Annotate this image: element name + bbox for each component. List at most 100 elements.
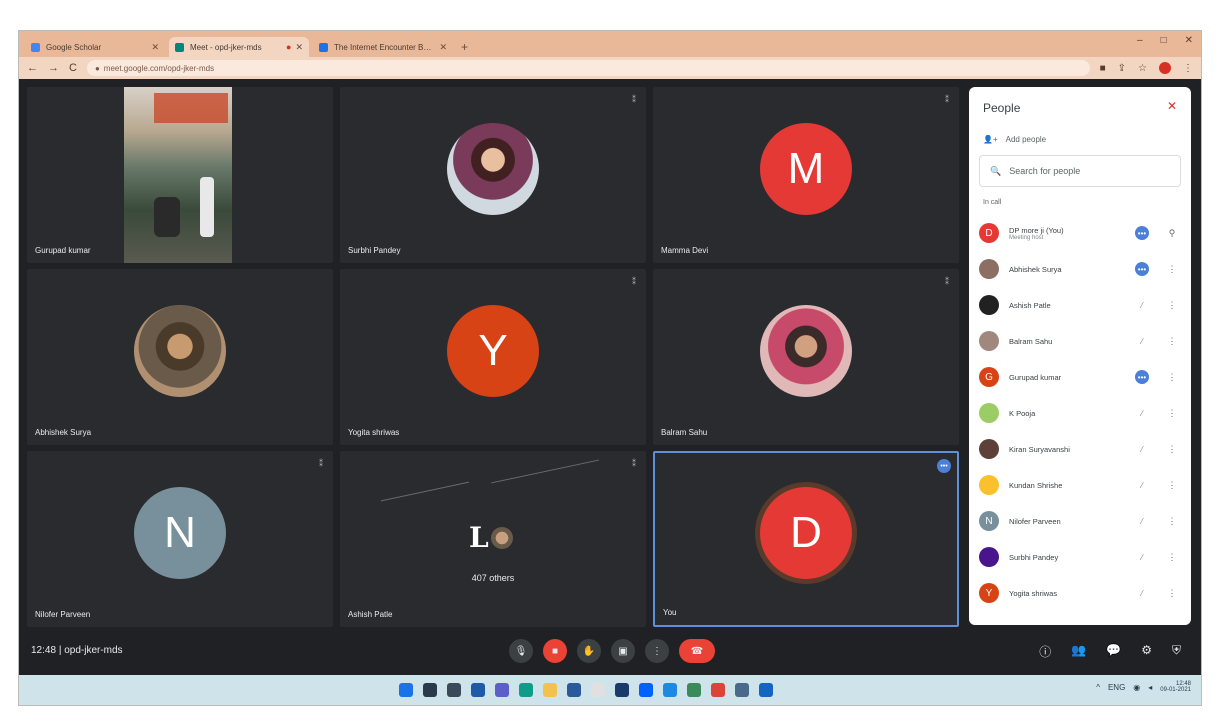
mic-muted-icon[interactable]: ⁄ (1135, 550, 1149, 564)
tile-ashish-others[interactable]: ⁑ L 407 others Ashish Patle (340, 451, 646, 627)
participant-row[interactable]: Balram Sahu ⁄ ⋮ (979, 323, 1185, 359)
task-view-icon[interactable] (447, 683, 461, 697)
mic-muted-icon[interactable]: ⁄ (1135, 514, 1149, 528)
mic-muted-icon[interactable]: ⁄ (1135, 586, 1149, 600)
mail-icon[interactable] (663, 683, 677, 697)
participant-row[interactable]: Surbhi Pandey ⁄ ⋮ (979, 539, 1185, 575)
volume-icon[interactable]: ◂ (1148, 683, 1152, 692)
participant-row[interactable]: Abhishek Surya ••• ⋮ (979, 251, 1185, 287)
participant-name: Yogita shriwas (348, 428, 400, 437)
mic-muted-icon[interactable]: ⁄ (1135, 334, 1149, 348)
raise-hand-button[interactable]: ✋ (577, 639, 601, 663)
app-icon[interactable] (735, 683, 749, 697)
participant-row[interactable]: N Nilofer Parveen ⁄ ⋮ (979, 503, 1185, 539)
participant-row[interactable]: Kiran Suryavanshi ⁄ ⋮ (979, 431, 1185, 467)
star-icon[interactable]: ☆ (1138, 63, 1147, 74)
more-options-icon[interactable]: ⋮ (1167, 516, 1177, 527)
more-options-icon[interactable]: ⋮ (1167, 480, 1177, 491)
chat-icon[interactable]: 💬 (1106, 643, 1121, 660)
participant-row[interactable]: Ashish Patle ⁄ ⋮ (979, 287, 1185, 323)
mic-muted-icon[interactable]: ⁄ (1135, 478, 1149, 492)
close-panel-button[interactable]: ✕ (1167, 99, 1177, 113)
back-icon[interactable]: ← (27, 62, 38, 74)
tab-internet-book[interactable]: The Internet Encounter Book ✕ (313, 37, 453, 57)
camera-off-button[interactable]: ■ (543, 639, 567, 663)
forward-icon[interactable]: → (48, 62, 59, 74)
tile-abhishek[interactable]: Abhishek Surya (27, 269, 333, 445)
widgets-icon[interactable] (471, 683, 485, 697)
wifi-icon[interactable]: ◉ (1133, 683, 1140, 692)
mic-button[interactable]: 🎙 (509, 639, 533, 663)
new-tab-button[interactable]: + (461, 40, 468, 54)
participant-row[interactable]: D DP more ji (You) Meeting host ••• ⚲ (979, 215, 1185, 251)
mic-active-icon[interactable]: ••• (1135, 262, 1149, 276)
language-indicator[interactable]: ENG (1108, 683, 1125, 692)
maximize-button[interactable]: □ (1161, 35, 1167, 46)
dropbox-icon[interactable] (639, 683, 653, 697)
more-options-icon[interactable]: ⋮ (1167, 264, 1177, 275)
participant-row[interactable]: Kundan Shrishe ⁄ ⋮ (979, 467, 1185, 503)
chat-app-icon[interactable] (495, 683, 509, 697)
info-icon[interactable]: ⓘ (1039, 643, 1051, 660)
mic-muted-icon[interactable]: ⁄ (1135, 406, 1149, 420)
tile-you[interactable]: D ••• You (653, 451, 959, 627)
more-options-icon[interactable]: ⋮ (1167, 552, 1177, 563)
tab-meet[interactable]: Meet - opd-jker-mds ● ✕ (169, 37, 309, 57)
tab-close-icon[interactable]: ✕ (295, 42, 303, 53)
end-call-button[interactable]: ☎ (679, 639, 715, 663)
tab-close-icon[interactable]: ✕ (151, 42, 159, 53)
participant-row[interactable]: Y Yogita shriwas ⁄ ⋮ (979, 575, 1185, 611)
app-icon[interactable] (591, 683, 605, 697)
profile-avatar[interactable] (1159, 62, 1171, 74)
share-icon[interactable]: ⇪ (1118, 63, 1126, 74)
participant-row[interactable]: K Pooja ⁄ ⋮ (979, 395, 1185, 431)
camera-icon[interactable]: ■ (1100, 63, 1106, 74)
more-options-icon[interactable]: ⋮ (1167, 372, 1177, 383)
app-icon[interactable] (615, 683, 629, 697)
search-icon[interactable] (423, 683, 437, 697)
tile-surbhi[interactable]: ⁑ Surbhi Pandey (340, 87, 646, 263)
meeting-code: opd-jker-mds (64, 645, 123, 656)
tab-google-scholar[interactable]: Google Scholar ✕ (25, 37, 165, 57)
mic-muted-icon[interactable]: ⁄ (1135, 298, 1149, 312)
start-icon[interactable] (399, 683, 413, 697)
mic-active-icon[interactable]: ••• (1135, 226, 1149, 240)
more-options-icon[interactable]: ⋮ (1167, 300, 1177, 311)
tile-nilofer[interactable]: N ⁑ Nilofer Parveen (27, 451, 333, 627)
pin-icon[interactable]: ⚲ (1167, 228, 1177, 239)
more-options-icon[interactable]: ⋮ (1167, 408, 1177, 419)
present-button[interactable]: ▣ (611, 639, 635, 663)
participant-row[interactable]: G Gurupad kumar ••• ⋮ (979, 359, 1185, 395)
menu-kebab-icon[interactable]: ⋮ (1183, 63, 1193, 74)
more-options-icon[interactable]: ⋮ (1167, 336, 1177, 347)
participant-text: Abhishek Surya (1009, 265, 1135, 274)
edge-icon[interactable] (519, 683, 533, 697)
more-options-icon[interactable]: ⋮ (1167, 588, 1177, 599)
tile-yogita[interactable]: Y ⁑ Yogita shriwas (340, 269, 646, 445)
chevron-up-icon[interactable]: ^ (1096, 683, 1100, 692)
tile-balram[interactable]: ⁑ Balram Sahu (653, 269, 959, 445)
activities-icon[interactable]: ⚙ (1141, 643, 1152, 660)
search-people-input[interactable]: 🔍 Search for people (979, 155, 1181, 187)
file-explorer-icon[interactable] (543, 683, 557, 697)
mic-muted-icon[interactable]: ⁄ (1135, 442, 1149, 456)
add-people-button[interactable]: 👤+ Add people (983, 135, 1046, 144)
clock[interactable]: 12:48 09-01-2021 (1160, 681, 1191, 693)
close-window-button[interactable]: ✕ (1185, 35, 1193, 46)
more-options-button[interactable]: ⋮ (645, 639, 669, 663)
app-icon[interactable] (759, 683, 773, 697)
minimize-button[interactable]: – (1137, 35, 1143, 46)
store-icon[interactable] (567, 683, 581, 697)
host-controls-icon[interactable]: ⛨ (1172, 643, 1181, 660)
reload-icon[interactable]: C (69, 62, 77, 74)
tile-mamma[interactable]: M ⁑ Mamma Devi (653, 87, 959, 263)
participant-name: Kundan Shrishe (1009, 480, 1063, 490)
url-field[interactable]: ● meet.google.com/opd-jker-mds (86, 60, 1090, 76)
settings-icon[interactable] (687, 683, 701, 697)
tab-close-icon[interactable]: ✕ (439, 42, 447, 53)
tile-gurupad[interactable]: Gurupad kumar (27, 87, 333, 263)
people-icon[interactable]: 👥 (1071, 643, 1086, 660)
chrome-icon[interactable] (711, 683, 725, 697)
more-options-icon[interactable]: ⋮ (1167, 444, 1177, 455)
mic-active-icon[interactable]: ••• (1135, 370, 1149, 384)
